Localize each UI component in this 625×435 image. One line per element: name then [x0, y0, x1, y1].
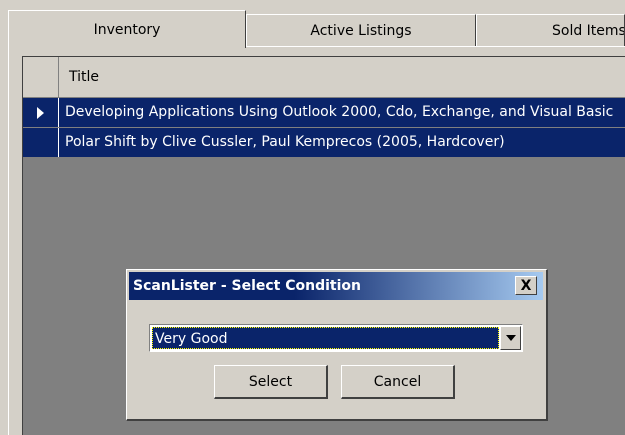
select-button-label: Select	[248, 373, 293, 390]
tab-active-listings[interactable]: Active Listings	[246, 14, 476, 47]
grid-header: Title	[23, 57, 625, 98]
row-title-cell[interactable]: Developing Applications Using Outlook 20…	[59, 98, 613, 127]
close-button[interactable]: X	[515, 276, 537, 295]
tab-strip: Inventory Active Listings Sold Items	[8, 10, 625, 48]
tab-active-listings-label: Active Listings	[310, 23, 412, 39]
app-window: Inventory Active Listings Sold Items Tit…	[0, 0, 625, 435]
condition-dropdown-value: Very Good	[152, 327, 499, 349]
column-header-title[interactable]: Title	[59, 57, 99, 98]
tab-sold-items-label: Sold Items	[552, 23, 625, 39]
tab-inventory-label: Inventory	[93, 21, 161, 38]
tab-inventory[interactable]: Inventory	[8, 10, 246, 48]
row-selector[interactable]	[23, 98, 59, 127]
table-row[interactable]: Polar Shift by Clive Cussler, Paul Kempr…	[23, 128, 625, 158]
row-selector[interactable]	[23, 128, 59, 157]
current-row-icon	[37, 106, 44, 119]
select-button[interactable]: Select	[214, 365, 328, 399]
dialog-title: ScanLister - Select Condition	[133, 278, 361, 294]
table-row[interactable]: Developing Applications Using Outlook 20…	[23, 98, 625, 128]
tab-sold-items[interactable]: Sold Items	[476, 14, 625, 47]
condition-dropdown[interactable]: Very Good	[149, 324, 523, 352]
grid-corner-cell[interactable]	[23, 57, 59, 98]
cancel-button-label: Cancel	[373, 373, 422, 390]
select-condition-dialog: ScanLister - Select Condition X Very Goo…	[126, 269, 548, 421]
dialog-titlebar[interactable]: ScanLister - Select Condition X	[129, 272, 543, 300]
chevron-down-icon	[505, 335, 516, 341]
cancel-button[interactable]: Cancel	[341, 365, 455, 399]
dropdown-button[interactable]	[500, 326, 521, 350]
row-title-cell[interactable]: Polar Shift by Clive Cussler, Paul Kempr…	[59, 128, 505, 157]
close-icon: X	[520, 277, 532, 294]
